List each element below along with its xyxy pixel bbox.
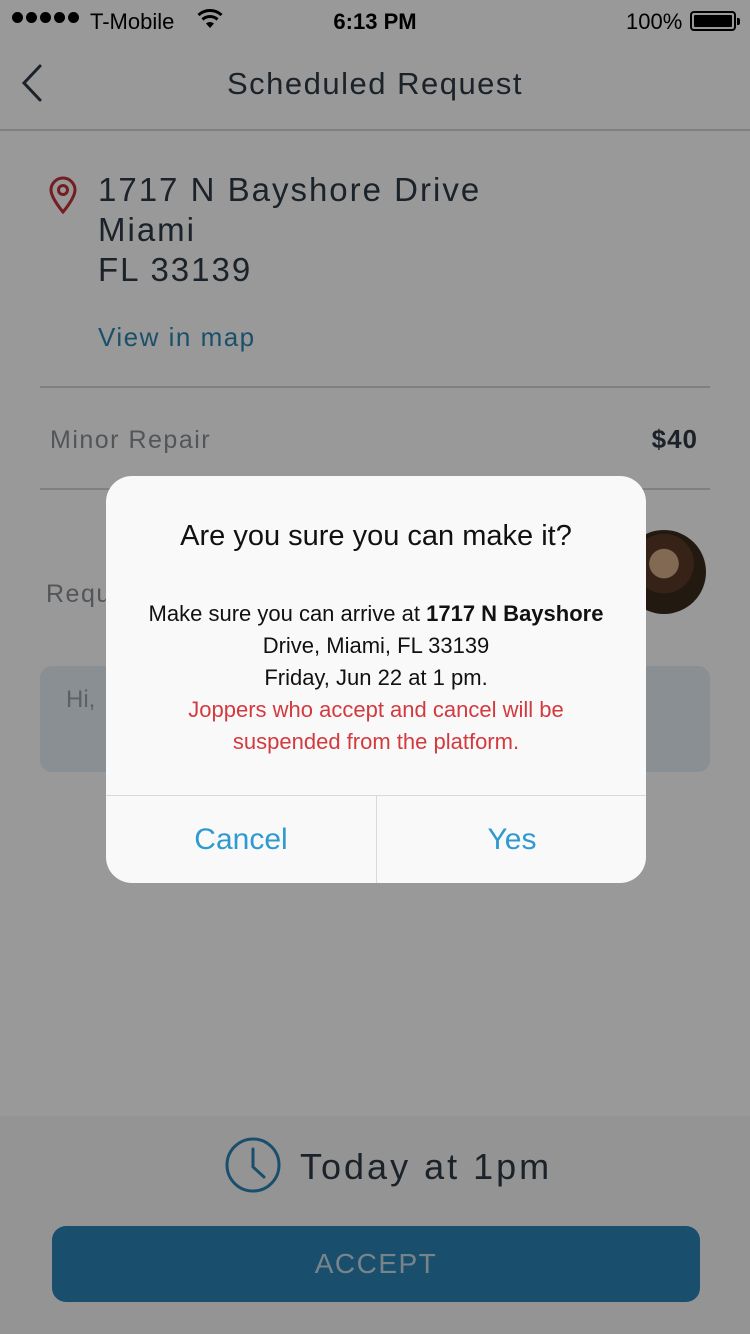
dialog-title: Are you sure you can make it? (180, 520, 572, 552)
dialog-warning-line2: suspended from the platform. (232, 729, 520, 754)
confirm-dialog: Are you sure you can make it? Make sure … (106, 476, 646, 883)
dialog-address-part1: 1717 N Bayshore (426, 601, 604, 626)
dialog-message-line1: Make sure you can arrive at 1717 N Baysh… (136, 598, 616, 630)
dialog-address-part2: Drive, Miami, FL 33139 (262, 633, 490, 658)
cancel-button[interactable]: Cancel (106, 796, 376, 883)
dialog-message-prefix: Make sure you can arrive at (148, 601, 427, 626)
dialog-message: Make sure you can arrive at 1717 N Baysh… (136, 598, 616, 758)
dialog-date: Friday, Jun 22 at 1 pm. (264, 665, 488, 690)
dialog-warning-line1: Joppers who accept and cancel will be (188, 697, 564, 722)
yes-button[interactable]: Yes (377, 796, 646, 883)
